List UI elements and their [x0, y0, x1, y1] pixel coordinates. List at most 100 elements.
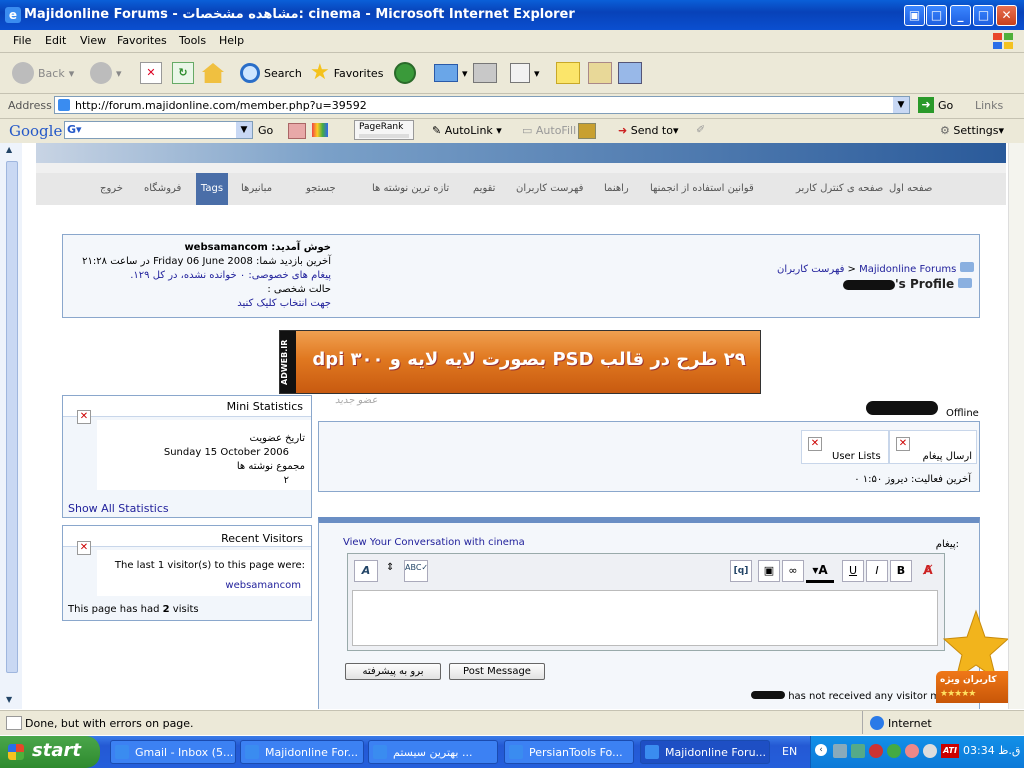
task-majidonline-2[interactable]: Majidonline Foru...: [640, 740, 770, 764]
task-gmail[interactable]: Gmail - Inbox (5...: [110, 740, 236, 764]
network-icon[interactable]: [833, 744, 847, 758]
network-icon-2[interactable]: [851, 744, 865, 758]
google-go-button[interactable]: Go: [258, 124, 273, 137]
remove-format-icon[interactable]: A̸: [918, 560, 938, 580]
view-conversation-link[interactable]: View Your Conversation with cinema: [343, 537, 525, 548]
italic-icon[interactable]: I: [866, 560, 888, 582]
settings-button[interactable]: ⚙ Settings▾: [940, 124, 1004, 137]
private-messages-link[interactable]: پیغام های خصوصی: ۰ خوانده نشده، در کل ۱۲…: [73, 269, 331, 283]
pencil-icon[interactable]: ✐: [696, 123, 705, 136]
restore-window-button[interactable]: □: [926, 5, 947, 26]
forward-button[interactable]: ▾: [90, 59, 122, 87]
go-button[interactable]: ➜ Go: [918, 97, 953, 113]
mail-button[interactable]: ▾: [434, 59, 468, 87]
address-input[interactable]: http://forum.majidonline.com/member.php?…: [54, 96, 910, 114]
print-button[interactable]: [473, 59, 497, 87]
font-color-icon[interactable]: ▾A: [806, 560, 834, 583]
nav-new-posts[interactable]: تازه ترین نوشته ها: [372, 183, 449, 194]
refresh-button[interactable]: ↻: [172, 59, 194, 87]
send-to-button[interactable]: ➜ Send to▾: [618, 124, 679, 137]
nav-search[interactable]: جستجو: [306, 183, 336, 194]
menu-favorites[interactable]: Favorites: [117, 34, 167, 47]
clock[interactable]: 03:34 ق.ظ: [963, 744, 1020, 757]
task-best-system[interactable]: بهترین سیستم ...: [368, 740, 498, 764]
back-button[interactable]: Back ▾: [12, 59, 74, 87]
nav-quick-links[interactable]: مبانیرها: [241, 183, 272, 194]
home-button[interactable]: [202, 59, 224, 87]
menu-tools[interactable]: Tools: [179, 34, 206, 47]
security-shield-icon[interactable]: [887, 744, 901, 758]
send-message-tab[interactable]: ✕ ارسال پیغام: [889, 430, 977, 464]
google-dropdown-icon[interactable]: ▼: [236, 122, 252, 138]
nav-home[interactable]: صفحه اول: [889, 183, 932, 194]
go-advanced-button[interactable]: برو به پیشرفته: [345, 663, 441, 680]
underline-icon[interactable]: U: [842, 560, 864, 582]
stop-button[interactable]: ✕: [140, 59, 162, 87]
menu-view[interactable]: View: [80, 34, 106, 47]
nav-user-cp[interactable]: صفحه ی کنترل کاربر: [796, 183, 883, 194]
ati-icon[interactable]: ATI: [941, 744, 959, 758]
address-dropdown-icon[interactable]: ▼: [893, 97, 909, 113]
font-size-icon[interactable]: A: [354, 560, 378, 582]
visitor-link[interactable]: websamancom: [225, 580, 301, 591]
vertical-scrollbar[interactable]: [1008, 143, 1024, 709]
google-search-input[interactable]: G▾ ▼: [64, 121, 253, 139]
highlight-icon[interactable]: [312, 123, 328, 137]
resize-arrows-icon[interactable]: ⇕: [386, 562, 394, 573]
ad-banner[interactable]: ADWEB.IR ۲۹ طرح در قالب PSD بصورت لایه ل…: [279, 330, 761, 394]
maximize-button[interactable]: □: [973, 5, 994, 26]
bookmark-icon[interactable]: [578, 123, 596, 139]
task-majidonline-1[interactable]: Majidonline For...: [240, 740, 364, 764]
breadcrumb-site[interactable]: Majidonline Forums: [859, 264, 956, 275]
spellcheck-icon[interactable]: ABC✓: [404, 560, 428, 582]
nav-calendar[interactable]: تقویم: [473, 183, 495, 194]
nav-help[interactable]: راهنما: [604, 183, 629, 194]
tray-expand-icon[interactable]: ‹: [815, 744, 827, 756]
minimize-button[interactable]: _: [950, 5, 971, 26]
discuss-button[interactable]: [556, 59, 580, 87]
task-persiantools[interactable]: PersianTools Fo...: [504, 740, 634, 764]
close-button[interactable]: ✕: [996, 5, 1017, 26]
left-scrollbar[interactable]: ▲ ▼: [0, 143, 22, 709]
image-icon[interactable]: ▣: [758, 560, 780, 582]
nav-rules[interactable]: قوانین استفاده از انجمنها: [650, 183, 754, 194]
nav-shop[interactable]: فروشگاه: [144, 183, 181, 194]
nav-logout[interactable]: خروج: [100, 183, 123, 194]
quote-icon[interactable]: [q]: [730, 560, 752, 582]
vip-users-badge[interactable]: کاربران ویژه ★★★★★: [936, 609, 1008, 709]
research-button[interactable]: [588, 59, 612, 87]
scroll-thumb[interactable]: [6, 161, 18, 673]
nav-tags[interactable]: Tags: [196, 173, 228, 205]
nav-members[interactable]: فهرست کاربران: [516, 183, 583, 194]
start-button[interactable]: start: [0, 736, 100, 768]
search-button[interactable]: Search: [240, 59, 302, 87]
menu-help[interactable]: Help: [219, 34, 244, 47]
scroll-down-icon[interactable]: ▼: [6, 695, 12, 704]
popup-blocker-icon[interactable]: [288, 123, 306, 139]
autofill-button[interactable]: ▭ AutoFill: [522, 124, 576, 137]
bold-icon[interactable]: B: [890, 560, 912, 582]
message-textarea[interactable]: [352, 590, 938, 646]
user-lists-tab[interactable]: ✕ User Lists: [801, 430, 889, 464]
links-button[interactable]: Links: [975, 99, 1003, 112]
menu-edit[interactable]: Edit: [45, 34, 66, 47]
magic-wand-icon: ✎: [432, 124, 442, 137]
select-status-link[interactable]: جهت انتخاب کلیک کنید: [73, 297, 331, 311]
tray-app-icon[interactable]: [905, 744, 919, 758]
show-all-statistics-link[interactable]: Show All Statistics: [68, 502, 169, 515]
volume-icon[interactable]: [923, 744, 937, 758]
language-indicator[interactable]: EN: [782, 745, 797, 758]
autolink-button[interactable]: ✎ AutoLink ▾: [432, 124, 502, 137]
messenger-button[interactable]: [618, 59, 642, 87]
favorites-button[interactable]: ★ Favorites: [310, 59, 383, 87]
scroll-up-icon[interactable]: ▲: [6, 145, 12, 154]
breadcrumb-members[interactable]: فهرست کاربران: [777, 264, 844, 275]
menu-file[interactable]: File: [13, 34, 31, 47]
edit-button[interactable]: ▾: [510, 59, 540, 87]
error-page-icon[interactable]: [6, 716, 22, 730]
link-icon[interactable]: ∞: [782, 560, 804, 582]
post-message-button[interactable]: Post Message: [449, 663, 545, 680]
antivirus-icon[interactable]: [869, 744, 883, 758]
unknown-titlebar-button[interactable]: ▣: [904, 5, 925, 26]
history-button[interactable]: [394, 59, 416, 87]
